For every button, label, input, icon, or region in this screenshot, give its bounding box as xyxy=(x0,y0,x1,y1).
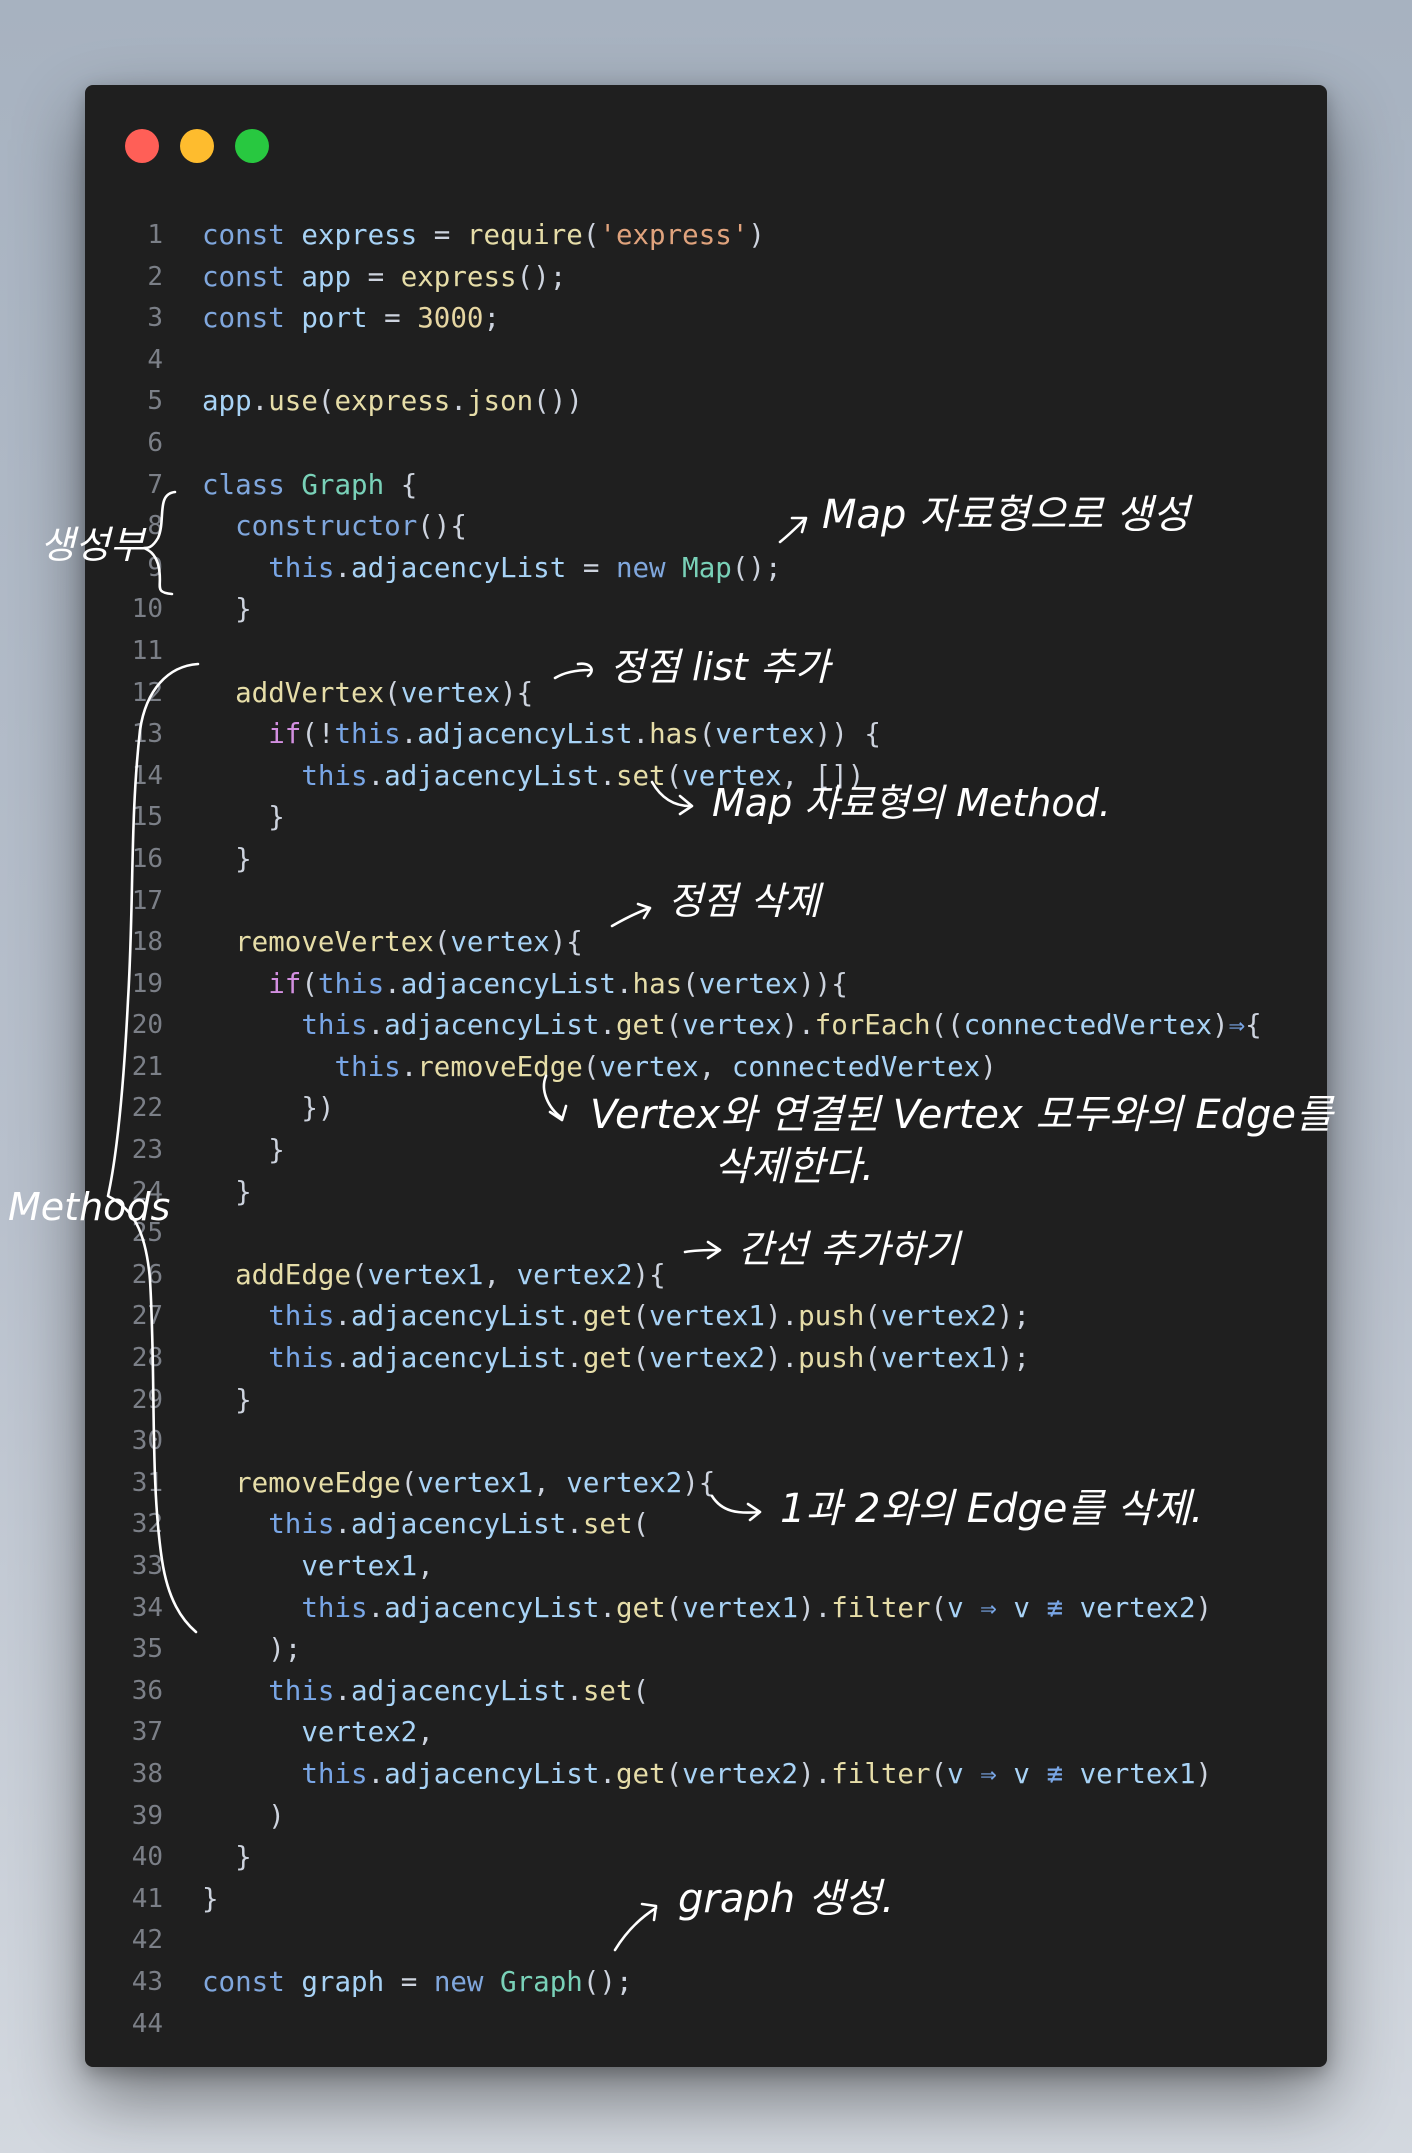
handwritten-annotations: 생성부 Map 자료형으로 생성 정점 list 추가 Map 자료형의 Met… xyxy=(8,490,1335,1952)
methods-brace xyxy=(106,662,200,1634)
add-edge-arrow xyxy=(683,1240,722,1260)
remove-vertex-note: 정점 삭제 xyxy=(668,879,824,923)
add-vertex-note: 정점 list 추가 xyxy=(610,645,834,689)
remove-edge-arrow xyxy=(710,1494,762,1522)
methods-section-note: Methods xyxy=(8,1185,170,1229)
remove-vertex-arrow xyxy=(610,902,652,928)
constructor-section-note: 생성부 xyxy=(40,523,147,567)
remove-edges-note-line2: 삭제한다. xyxy=(714,1144,874,1190)
map-method-arrow xyxy=(650,780,694,816)
add-edge-note: 간선 추가하기 xyxy=(738,1227,963,1271)
graph-create-arrow xyxy=(613,1902,658,1952)
map-method-note: Map 자료형의 Method. xyxy=(712,781,1111,825)
graph-create-note: graph 생성. xyxy=(678,1876,894,1922)
add-vertex-arrow xyxy=(553,662,593,680)
remove-edges-note-line1: Vertex와 연결된 Vertex 모두와의 Edge를 xyxy=(590,1092,1335,1138)
remove-edges-arrow xyxy=(542,1074,568,1122)
map-type-note: Map 자료형으로 생성 xyxy=(822,492,1194,538)
remove-edge-note: 1과 2와의 Edge를 삭제. xyxy=(780,1486,1203,1532)
constructor-brace xyxy=(142,490,177,596)
map-note-arrow xyxy=(778,516,808,544)
